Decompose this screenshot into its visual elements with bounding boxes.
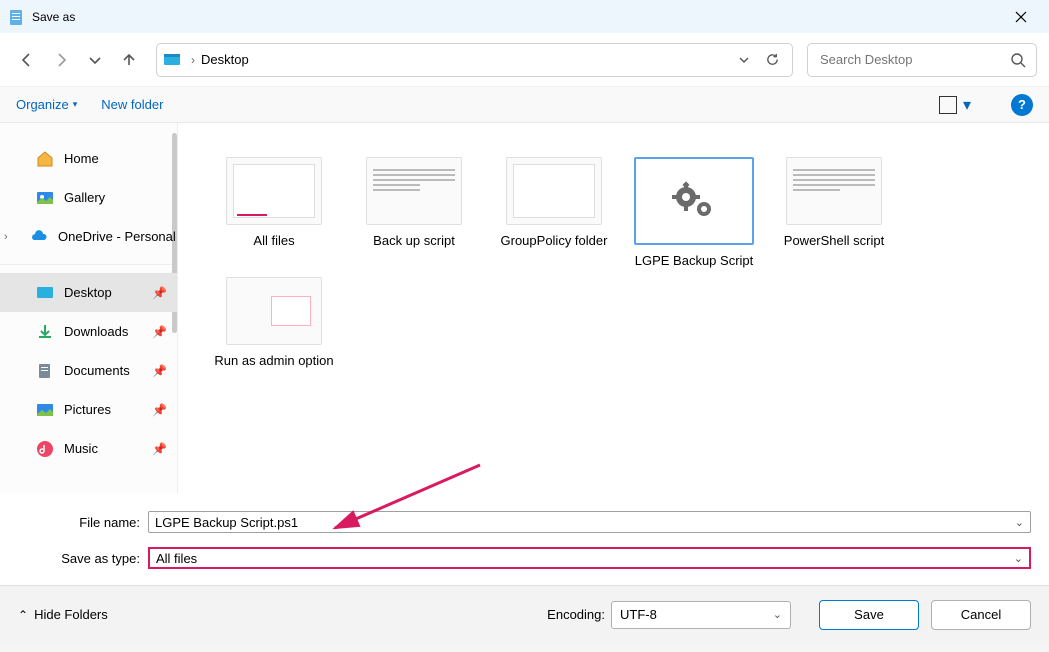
sidebar-item-pictures[interactable]: Pictures 📌	[0, 390, 177, 429]
close-button[interactable]	[1001, 2, 1041, 32]
new-folder-button[interactable]: New folder	[101, 97, 163, 112]
command-bar: Organize▾ New folder ▾ ?	[0, 87, 1049, 123]
sidebar-item-label: Downloads	[64, 324, 128, 339]
encoding-label: Encoding:	[547, 607, 605, 622]
chevron-up-icon: ⌃	[18, 608, 28, 622]
chevron-down-icon[interactable]: ⌄	[1014, 552, 1023, 565]
save-form: File name: LGPE Backup Script.ps1 ⌄ Save…	[0, 493, 1049, 585]
titlebar: Save as	[0, 0, 1049, 33]
sidebar-item-label: Documents	[64, 363, 130, 378]
save-type-value: All files	[156, 551, 197, 566]
pin-icon: 📌	[152, 325, 167, 339]
file-label: Back up script	[373, 233, 455, 249]
window-title: Save as	[32, 10, 75, 24]
file-backup-script[interactable]: Back up script	[344, 153, 484, 273]
dialog-footer: ⌃ Hide Folders Encoding: UTF-8 ⌄ Save Ca…	[0, 585, 1049, 643]
up-button[interactable]	[114, 43, 144, 77]
view-button[interactable]: ▾	[939, 95, 971, 115]
cancel-button[interactable]: Cancel	[931, 600, 1031, 630]
pin-icon: 📌	[152, 364, 167, 378]
thumbnail	[506, 157, 602, 225]
pin-icon: 📌	[152, 286, 167, 300]
file-all-files[interactable]: All files	[204, 153, 344, 273]
file-label: GroupPolicy folder	[501, 233, 608, 249]
downloads-icon	[36, 323, 54, 341]
documents-icon	[36, 362, 54, 380]
thumbnail	[366, 157, 462, 225]
nav-row: › Desktop	[0, 33, 1049, 87]
sidebar-item-home[interactable]: Home	[0, 139, 177, 178]
save-type-label: Save as type:	[18, 551, 148, 566]
breadcrumb-current[interactable]: Desktop	[201, 52, 249, 67]
back-button[interactable]	[12, 43, 42, 77]
file-name-input[interactable]: LGPE Backup Script.ps1 ⌄	[148, 511, 1031, 533]
file-label: Run as admin option	[214, 353, 333, 369]
pictures-icon	[36, 401, 54, 419]
address-dropdown[interactable]	[730, 46, 758, 74]
sidebar-item-documents[interactable]: Documents 📌	[0, 351, 177, 390]
file-label: LGPE Backup Script	[635, 253, 754, 269]
file-label: PowerShell script	[784, 233, 884, 249]
chevron-down-icon[interactable]: ⌄	[773, 608, 782, 621]
chevron-right-icon: ›	[191, 53, 195, 67]
file-list[interactable]: All files Back up script GroupPolicy fol…	[178, 123, 1049, 493]
encoding-select[interactable]: UTF-8 ⌄	[611, 601, 791, 629]
sidebar-item-label: Gallery	[64, 190, 105, 205]
recent-dropdown[interactable]	[80, 43, 110, 77]
caret-down-icon: ▾	[73, 99, 78, 110]
explorer-body: Home Gallery › OneDrive - Personal Deskt…	[0, 123, 1049, 493]
view-icon	[939, 96, 957, 114]
save-type-select[interactable]: All files ⌄	[148, 547, 1031, 569]
refresh-button[interactable]	[758, 46, 786, 74]
sidebar-item-label: Music	[64, 441, 98, 456]
caret-down-icon: ▾	[963, 95, 971, 115]
address-bar[interactable]: › Desktop	[156, 43, 793, 77]
search-icon	[1010, 52, 1026, 68]
onedrive-icon	[30, 228, 48, 246]
chevron-right-icon[interactable]: ›	[4, 231, 16, 243]
chevron-down-icon[interactable]: ⌄	[1015, 516, 1024, 529]
desktop-icon	[36, 284, 54, 302]
thumbnail	[634, 157, 754, 245]
save-button[interactable]: Save	[819, 600, 919, 630]
hide-folders-label: Hide Folders	[34, 607, 108, 622]
sidebar-item-label: Home	[64, 151, 99, 166]
gear-icon	[636, 159, 752, 243]
sidebar-item-label: OneDrive - Personal	[58, 229, 176, 244]
file-powershell-script[interactable]: PowerShell script	[764, 153, 904, 273]
encoding-value: UTF-8	[620, 607, 657, 622]
sidebar-item-music[interactable]: Music 📌	[0, 429, 177, 468]
sidebar-item-label: Pictures	[64, 402, 111, 417]
help-button[interactable]: ?	[1011, 94, 1033, 116]
pin-icon: 📌	[152, 403, 167, 417]
sidebar-item-downloads[interactable]: Downloads 📌	[0, 312, 177, 351]
music-icon	[36, 440, 54, 458]
gallery-icon	[36, 189, 54, 207]
desktop-icon	[163, 51, 181, 69]
organize-menu[interactable]: Organize▾	[16, 97, 77, 112]
file-label: All files	[253, 233, 294, 249]
file-lgpe-script[interactable]: LGPE Backup Script	[624, 153, 764, 273]
file-grouppolicy[interactable]: GroupPolicy folder	[484, 153, 624, 273]
forward-button[interactable]	[46, 43, 76, 77]
notepad-icon	[8, 9, 24, 25]
sidebar-item-desktop[interactable]: Desktop 📌	[0, 273, 177, 312]
thumbnail	[786, 157, 882, 225]
file-run-as-admin[interactable]: Run as admin option	[204, 273, 344, 373]
file-name-label: File name:	[18, 515, 148, 530]
hide-folders-button[interactable]: ⌃ Hide Folders	[18, 607, 108, 622]
sidebar-item-onedrive[interactable]: › OneDrive - Personal	[0, 217, 177, 256]
sidebar-item-label: Desktop	[64, 285, 112, 300]
search-input[interactable]	[818, 51, 1010, 68]
thumbnail	[226, 277, 322, 345]
thumbnail	[226, 157, 322, 225]
search-box[interactable]	[807, 43, 1037, 77]
pin-icon: 📌	[152, 442, 167, 456]
navigation-pane: Home Gallery › OneDrive - Personal Deskt…	[0, 123, 178, 493]
home-icon	[36, 150, 54, 168]
sidebar-item-gallery[interactable]: Gallery	[0, 178, 177, 217]
file-name-value: LGPE Backup Script.ps1	[155, 515, 298, 530]
